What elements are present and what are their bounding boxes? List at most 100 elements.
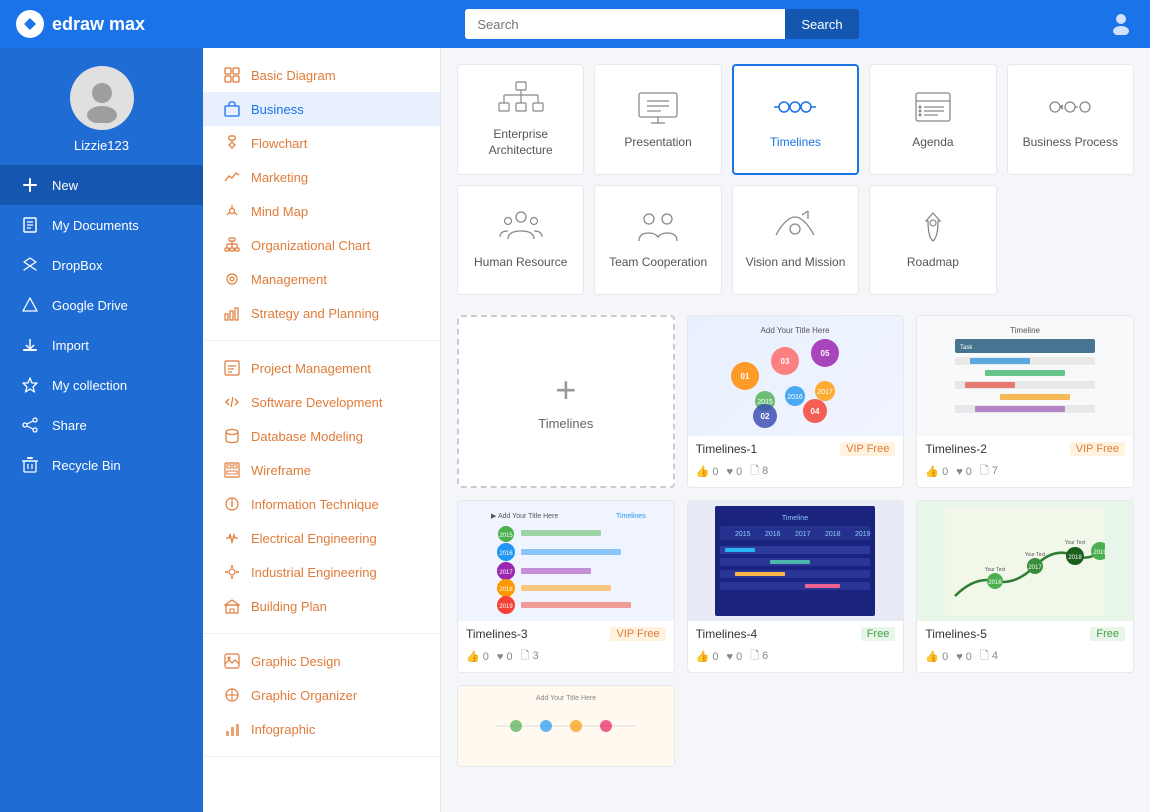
category-timelines[interactable]: Timelines <box>732 64 859 175</box>
template-stats-5: 👍 0 ♥ 0 🗋 4 <box>917 647 1133 672</box>
menu-section-1: Basic Diagram Business Flowchart Marketi… <box>203 48 440 341</box>
svg-text:2016: 2016 <box>765 531 781 538</box>
template-card-3[interactable]: ▶ Add Your Title Here Timelines 2015 201… <box>457 500 675 673</box>
menu-item-flowchart[interactable]: Flowchart <box>203 126 440 160</box>
dropbox-icon <box>20 255 40 275</box>
logo-text: edraw max <box>52 14 145 35</box>
template-card-2[interactable]: Timeline Task <box>916 315 1134 488</box>
template-hearts-1: ♥ 0 <box>727 462 743 481</box>
search-button[interactable]: Search <box>785 9 858 39</box>
menu-item-basic-diagram[interactable]: Basic Diagram <box>203 58 440 92</box>
category-roadmap[interactable]: Roadmap <box>869 185 996 295</box>
menu-label-flowchart: Flowchart <box>251 136 307 151</box>
svg-text:2016: 2016 <box>499 551 513 557</box>
sidebar-item-dropbox[interactable]: DropBox <box>0 245 203 285</box>
menu-item-database[interactable]: Database Modeling <box>203 419 440 453</box>
svg-text:Add Your Title Here: Add Your Title Here <box>536 695 596 702</box>
content-area: Enterprise Architecture Presentation Tim… <box>441 48 1150 812</box>
category-business-process[interactable]: Business Process <box>1007 64 1134 175</box>
sidebar: Lizzie123 New My Documents <box>0 48 203 812</box>
sidebar-item-new[interactable]: New <box>0 165 203 205</box>
sidebar-user: Lizzie123 <box>0 48 203 165</box>
category-human-resource[interactable]: Human Resource <box>457 185 584 295</box>
new-icon <box>20 175 40 195</box>
svg-text:Your Text: Your Text <box>1025 552 1046 558</box>
svg-text:02: 02 <box>761 412 770 421</box>
template-img-4: Timeline Timeline 2015 2016 2017 2018 20… <box>688 501 904 621</box>
menu-item-project-mgmt[interactable]: Project Management <box>203 351 440 385</box>
menu-item-building[interactable]: Building Plan <box>203 589 440 623</box>
category-label-team-cooperation: Team Cooperation <box>609 255 707 271</box>
menu-item-marketing[interactable]: Marketing <box>203 160 440 194</box>
svg-text:2018: 2018 <box>1068 555 1082 561</box>
menu-label-business: Business <box>251 102 304 117</box>
sidebar-item-my-documents[interactable]: My Documents <box>0 205 203 245</box>
search-input[interactable] <box>465 9 785 39</box>
template-card-5[interactable]: 2016 2017 2018 2019 Your Text Your Text … <box>916 500 1134 673</box>
sidebar-item-import[interactable]: Import <box>0 325 203 365</box>
category-agenda[interactable]: Agenda <box>869 64 996 175</box>
user-avatar-icon[interactable] <box>1108 9 1134 40</box>
template-footer-3: Timelines-3 VIP Free <box>458 621 674 647</box>
template-img-1: Add Your Title Here 01 03 05 2015 2016 2… <box>688 316 904 436</box>
menu-label-graphic-design: Graphic Design <box>251 654 341 669</box>
sidebar-item-share[interactable]: Share <box>0 405 203 445</box>
my-documents-icon <box>20 215 40 235</box>
menu-item-graphic-design[interactable]: Graphic Design <box>203 644 440 678</box>
category-presentation[interactable]: Presentation <box>594 64 721 175</box>
sidebar-item-recycle-bin[interactable]: Recycle Bin <box>0 445 203 485</box>
menu-item-management[interactable]: Management <box>203 262 440 296</box>
info-tech-icon <box>223 495 241 513</box>
menu-item-graphic-organizer[interactable]: Graphic Organizer <box>203 678 440 712</box>
category-team-cooperation[interactable]: Team Cooperation <box>594 185 721 295</box>
flowchart-icon <box>223 134 241 152</box>
sidebar-label-dropbox: DropBox <box>52 258 103 273</box>
plus-icon: + <box>555 372 576 408</box>
software-dev-icon <box>223 393 241 411</box>
category-enterprise-architecture[interactable]: Enterprise Architecture <box>457 64 584 175</box>
menu-section-3: Graphic Design Graphic Organizer Infogra… <box>203 634 440 757</box>
template-img-5: 2016 2017 2018 2019 Your Text Your Text … <box>917 501 1133 621</box>
menu-item-strategy[interactable]: Strategy and Planning <box>203 296 440 330</box>
template-copies-5: 🗋 4 <box>980 647 998 666</box>
vision-mission-icon <box>771 209 819 245</box>
template-card-new[interactable]: + Timelines <box>457 315 675 488</box>
template-badge-5: Free <box>1090 627 1125 641</box>
menu-item-wireframe[interactable]: Wireframe <box>203 453 440 487</box>
new-template-label: Timelines <box>538 416 593 431</box>
menu-item-org-chart[interactable]: Organizational Chart <box>203 228 440 262</box>
template-footer-5: Timelines-5 Free <box>917 621 1133 647</box>
avatar <box>70 66 134 130</box>
menu-item-info-tech[interactable]: Information Technique <box>203 487 440 521</box>
business-process-icon <box>1046 89 1094 125</box>
project-mgmt-icon <box>223 359 241 377</box>
menu-label-database: Database Modeling <box>251 429 363 444</box>
category-label-agenda: Agenda <box>912 135 953 151</box>
business-icon <box>223 100 241 118</box>
svg-text:▶ Add Your Title Here: ▶ Add Your Title Here <box>491 513 558 520</box>
menu-item-software-dev[interactable]: Software Development <box>203 385 440 419</box>
template-card-4[interactable]: Timeline Timeline 2015 2016 2017 2018 20… <box>687 500 905 673</box>
sidebar-label-google-drive: Google Drive <box>52 298 128 313</box>
svg-text:2019: 2019 <box>499 604 513 610</box>
category-vision-mission[interactable]: Vision and Mission <box>732 185 859 295</box>
template-card-6[interactable]: Add Your Title Here <box>457 685 675 767</box>
sidebar-label-my-collection: My collection <box>52 378 127 393</box>
template-copies-4: 🗋 6 <box>750 647 768 666</box>
sidebar-item-google-drive[interactable]: Google Drive <box>0 285 203 325</box>
menu-item-industrial[interactable]: Industrial Engineering <box>203 555 440 589</box>
category-label-roadmap: Roadmap <box>907 255 959 271</box>
marketing-icon <box>223 168 241 186</box>
template-card-1[interactable]: Add Your Title Here 01 03 05 2015 2016 2… <box>687 315 905 488</box>
menu-item-mind-map[interactable]: Mind Map <box>203 194 440 228</box>
menu-item-infographic[interactable]: Infographic <box>203 712 440 746</box>
menu-item-business[interactable]: Business <box>203 92 440 126</box>
category-label-business-process: Business Process <box>1023 135 1118 151</box>
svg-text:2017: 2017 <box>499 570 513 576</box>
menu-item-electrical[interactable]: Electrical Engineering <box>203 521 440 555</box>
header: edraw max Search <box>0 0 1150 48</box>
sidebar-item-my-collection[interactable]: My collection <box>0 365 203 405</box>
category-label-human-resource: Human Resource <box>474 255 567 271</box>
svg-text:Timeline: Timeline <box>1010 326 1040 335</box>
roadmap-icon <box>909 209 957 245</box>
